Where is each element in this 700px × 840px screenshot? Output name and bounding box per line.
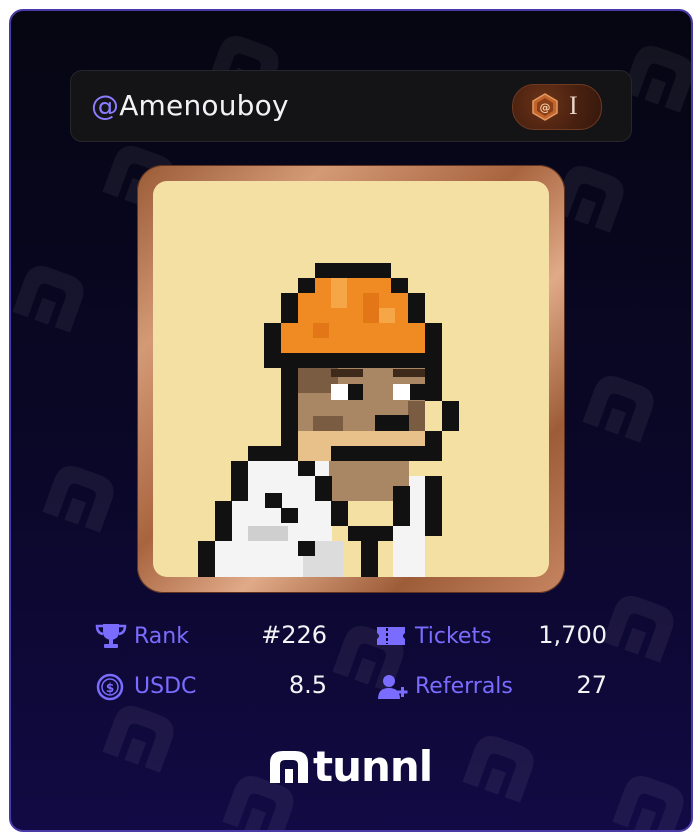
usdc-value: 8.5	[288, 671, 327, 699]
profile-card: @Amenouboy @ I Rank #226 Tickets 1,700 $…	[9, 9, 693, 832]
trophy-icon	[95, 624, 127, 648]
add-user-icon	[378, 675, 408, 699]
tickets-value: 1,700	[538, 621, 607, 649]
stats-grid: Rank #226 Tickets 1,700 $ USDC 8.5 Refer…	[11, 11, 691, 830]
dollar-coin-icon: $	[96, 673, 124, 701]
tickets-label: Tickets	[415, 624, 492, 649]
rank-value: #226	[261, 621, 327, 649]
tunnl-wordmark: tunnl	[313, 742, 433, 791]
rank-label: Rank	[134, 624, 189, 649]
referrals-value: 27	[576, 671, 607, 699]
ticket-icon	[377, 627, 405, 645]
referrals-label: Referrals	[415, 674, 513, 699]
tunnl-logo: tunnl	[269, 742, 434, 791]
usdc-label: USDC	[134, 674, 197, 699]
tunnl-logo-icon	[270, 751, 308, 783]
svg-text:$: $	[106, 681, 114, 695]
